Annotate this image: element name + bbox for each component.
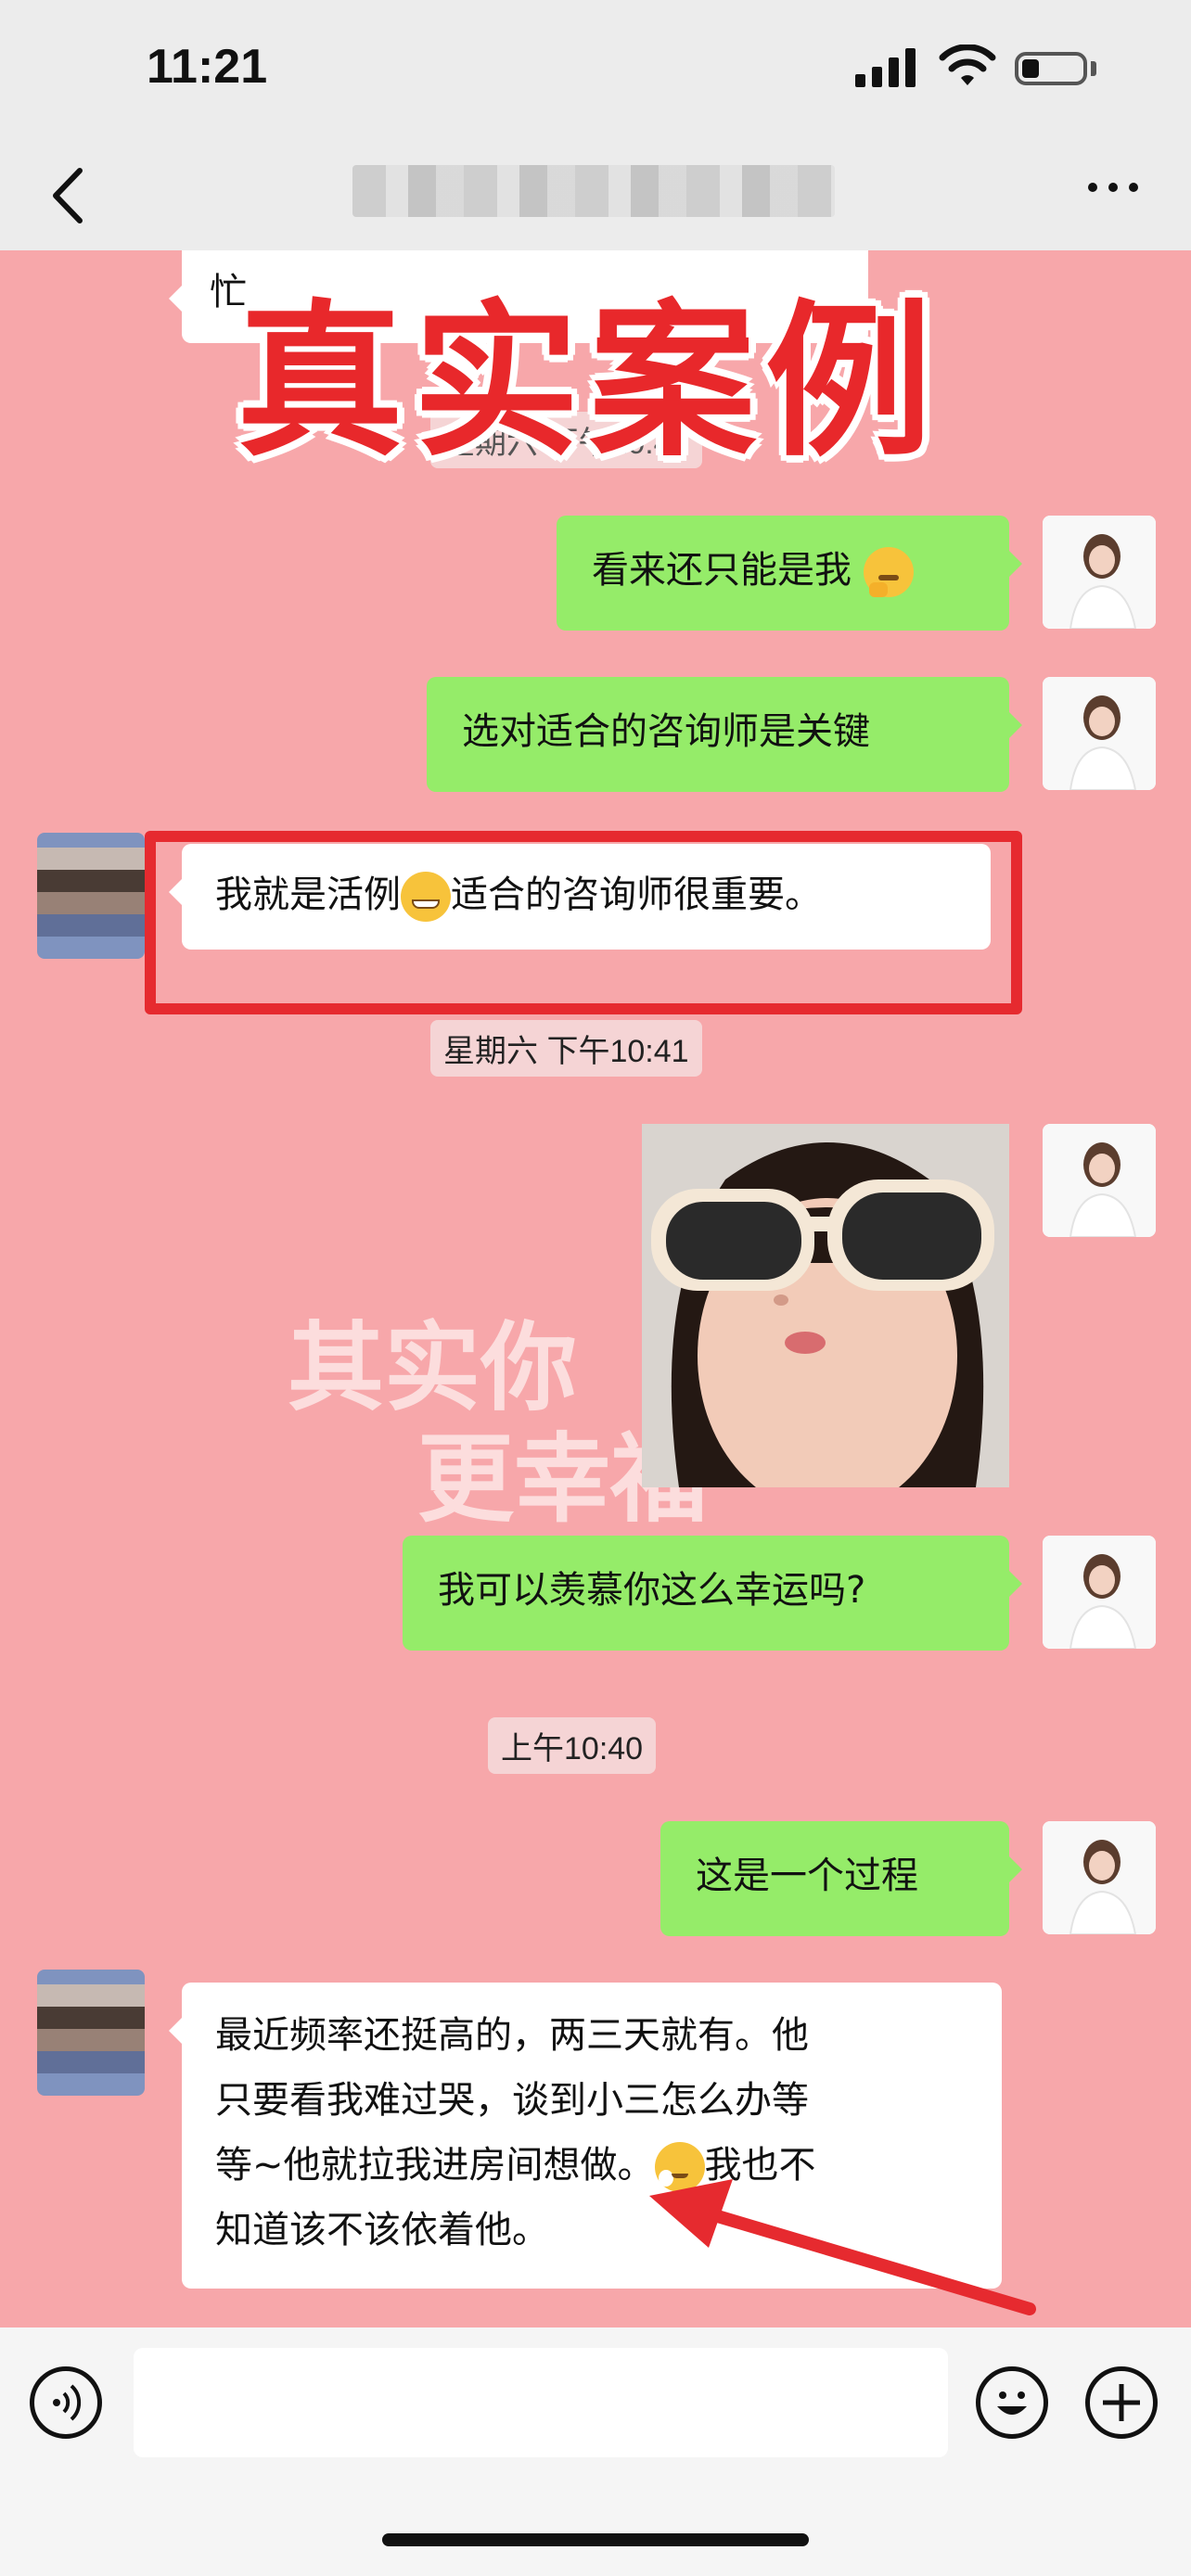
avatar-other[interactable] [37, 833, 145, 959]
message-self: 看来还只能是我 [557, 516, 1022, 631]
voice-icon[interactable] [30, 2366, 102, 2439]
message-image[interactable] [642, 1124, 1009, 1487]
battery-icon [1015, 52, 1087, 85]
signal-icon [855, 48, 916, 87]
chevron-left-icon[interactable] [43, 163, 98, 228]
message-self: 这是一个过程 [660, 1821, 1022, 1936]
battery-tip [1091, 61, 1096, 76]
timestamp: 上午10:40 [488, 1717, 657, 1774]
message-text: 看来还只能是我 [592, 549, 852, 592]
message-self: 选对适合的咨询师是关键 [427, 677, 1022, 792]
overlay-title: 真实案例 [237, 286, 942, 479]
home-indicator [382, 2533, 809, 2546]
plus-glyph [1103, 2384, 1140, 2421]
message-line: 最近频率还挺高的，两三天就有。他 [215, 2014, 809, 2057]
child-sunglasses-image [642, 1124, 1009, 1487]
timestamp: 星期六 下午10:41 [430, 1020, 702, 1077]
smile-face [997, 2391, 1027, 2415]
avatar-other[interactable] [37, 1970, 145, 2096]
avatar-image [1043, 1124, 1156, 1237]
status-time: 11:21 [147, 40, 268, 94]
avatar-self[interactable] [1043, 1536, 1156, 1649]
thinking-emoji-icon [863, 547, 914, 597]
more-dots-icon[interactable] [1085, 169, 1141, 206]
highlight-box [145, 831, 1022, 1014]
chat-title-blurred [352, 165, 835, 217]
message-line: 只要看我难过哭，谈到小三怎么办等 [215, 2079, 809, 2122]
avatar-self[interactable] [1043, 677, 1156, 790]
plus-icon[interactable] [1085, 2366, 1158, 2439]
message-self: 我可以羡慕你这么幸运吗? [403, 1536, 1022, 1651]
avatar-image [1043, 677, 1156, 790]
avatar-image [1043, 1536, 1156, 1649]
voice-waves [53, 2384, 82, 2421]
message-text: 这是一个过程 [696, 1855, 918, 1897]
wifi-icon [939, 45, 996, 85]
message-line: 等~他就拉我进房间想做。 [215, 2144, 655, 2187]
avatar-self[interactable] [1043, 1821, 1156, 1934]
message-input[interactable] [134, 2348, 948, 2457]
avatar-image [1043, 1821, 1156, 1934]
emoji-icon[interactable] [976, 2366, 1048, 2439]
message-text: 我可以羡慕你这么幸运吗? [438, 1569, 866, 1612]
avatar-self[interactable] [1043, 516, 1156, 629]
avatar-self[interactable] [1043, 1124, 1156, 1237]
red-arrow-annotation [649, 2179, 1036, 2315]
avatar-image [1043, 516, 1156, 629]
message-text: 选对适合的咨询师是关键 [462, 710, 870, 753]
